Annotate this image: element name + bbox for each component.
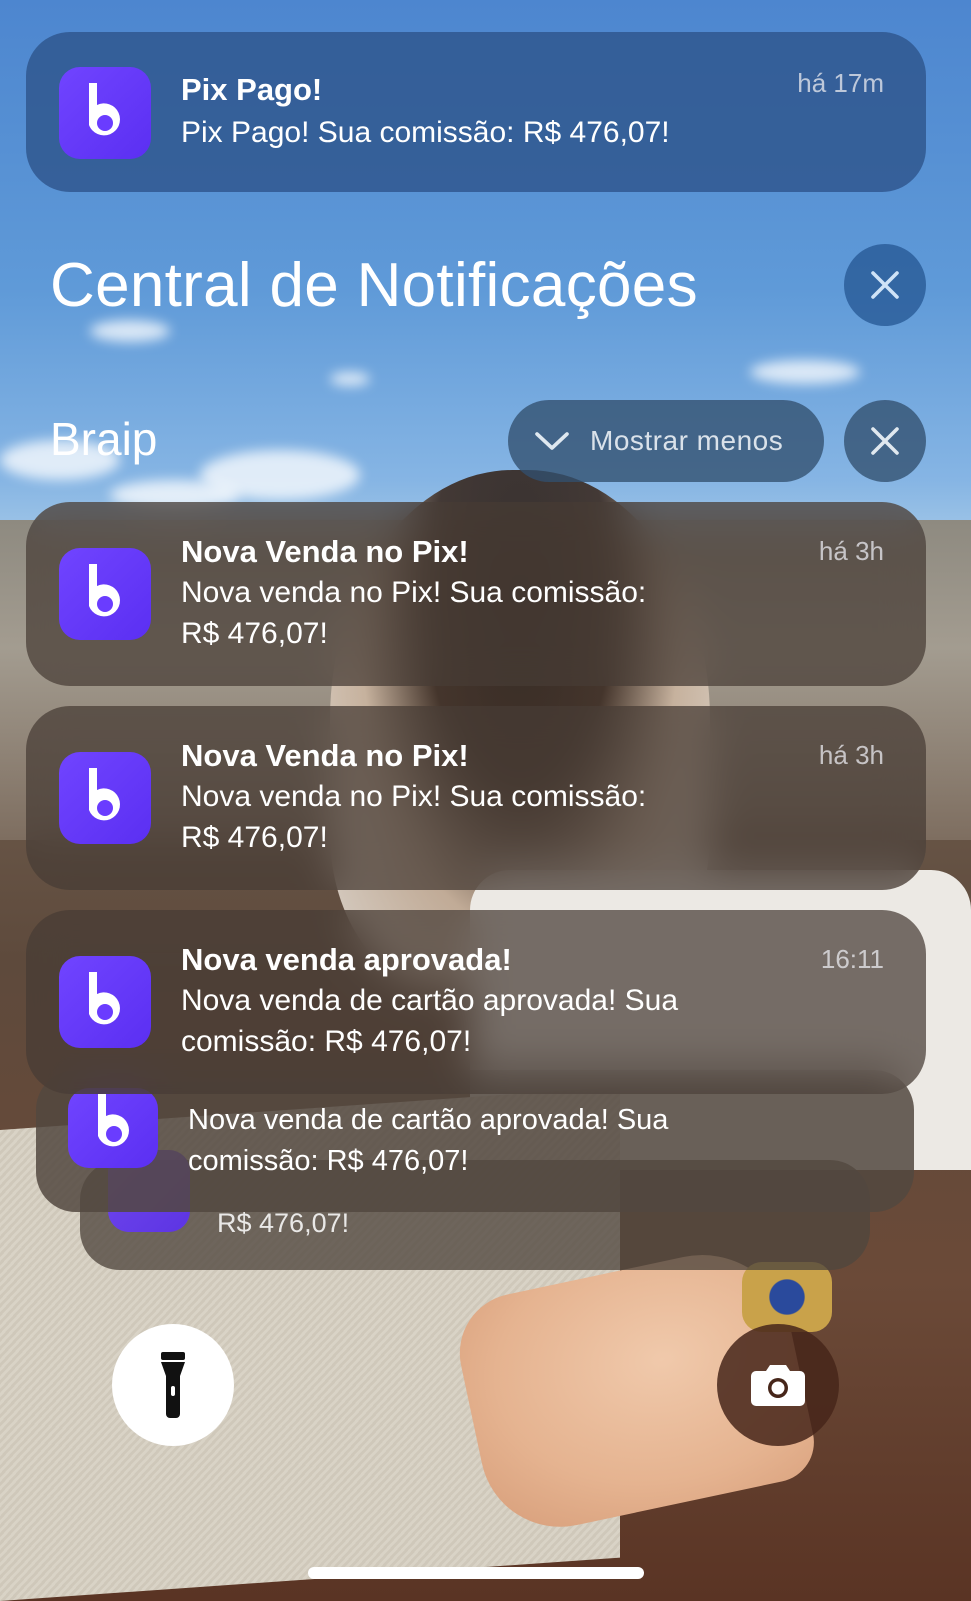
close-icon — [871, 271, 899, 299]
braip-logo-icon — [98, 1094, 129, 1147]
notification-time: 16:11 — [820, 944, 884, 974]
braip-app-icon — [68, 1088, 158, 1168]
notification-card[interactable]: Nova venda aprovada! Nova venda de cartã… — [26, 910, 926, 1094]
close-icon — [871, 427, 899, 455]
braip-logo-icon — [89, 564, 120, 617]
camera-button[interactable] — [717, 1324, 839, 1446]
notification-time: há 3h — [818, 536, 884, 566]
braip-logo-icon — [89, 768, 120, 821]
notification-time: há 3h — [818, 740, 884, 770]
notification-title: Nova venda aprovada! — [181, 942, 512, 977]
notification-card[interactable]: Nova Venda no Pix! Nova venda no Pix! Su… — [26, 706, 926, 890]
notification-body-line1: Nova venda de cartão aprovada! Sua — [181, 984, 679, 1017]
braip-logo-icon — [89, 972, 120, 1025]
notification-title: Nova Venda no Pix! — [181, 534, 469, 569]
notification-body: Pix Pago! Sua comissão: R$ 476,07! — [181, 116, 670, 149]
notification-body-line2: comissão: R$ 476,07! — [188, 1145, 469, 1177]
notification-body-line2: comissão: R$ 476,07! — [181, 1025, 472, 1058]
notification-card[interactable]: Nova Venda no Pix! Nova venda no Pix! Su… — [26, 502, 926, 686]
braip-app-icon — [59, 752, 151, 844]
clear-group-button[interactable] — [844, 400, 926, 482]
chevron-down-icon — [535, 432, 569, 450]
notification-center-title: Central de Notificações — [50, 251, 698, 320]
home-indicator[interactable] — [308, 1567, 644, 1579]
notification-title: Pix Pago! — [181, 72, 323, 107]
braip-logo-icon — [89, 83, 120, 136]
banner-notification[interactable]: Pix Pago! Pix Pago! Sua comissão: R$ 476… — [26, 32, 926, 192]
notification-time: há 17m — [797, 68, 884, 98]
flashlight-icon — [161, 1352, 185, 1418]
show-less-label: Mostrar menos — [590, 425, 784, 456]
flashlight-button[interactable] — [112, 1324, 234, 1446]
notification-title: Nova Venda no Pix! — [181, 738, 469, 773]
notification-body-line1: Nova venda no Pix! Sua comissão: — [181, 780, 647, 813]
notification-body-line2: R$ 476,07! — [181, 617, 328, 650]
notification-body-line1: Nova venda no Pix! Sua comissão: — [181, 576, 647, 609]
clear-all-button[interactable] — [844, 244, 926, 326]
group-app-name: Braip — [50, 413, 158, 465]
braip-app-icon — [59, 548, 151, 640]
notification-body-line2: R$ 476,07! — [181, 821, 328, 854]
braip-app-icon — [59, 956, 151, 1048]
braip-app-icon — [59, 67, 151, 159]
camera-icon — [751, 1365, 805, 1406]
show-less-button[interactable]: Mostrar menos — [508, 400, 824, 482]
notification-body-line1: Nova venda de cartão aprovada! Sua — [188, 1104, 669, 1136]
